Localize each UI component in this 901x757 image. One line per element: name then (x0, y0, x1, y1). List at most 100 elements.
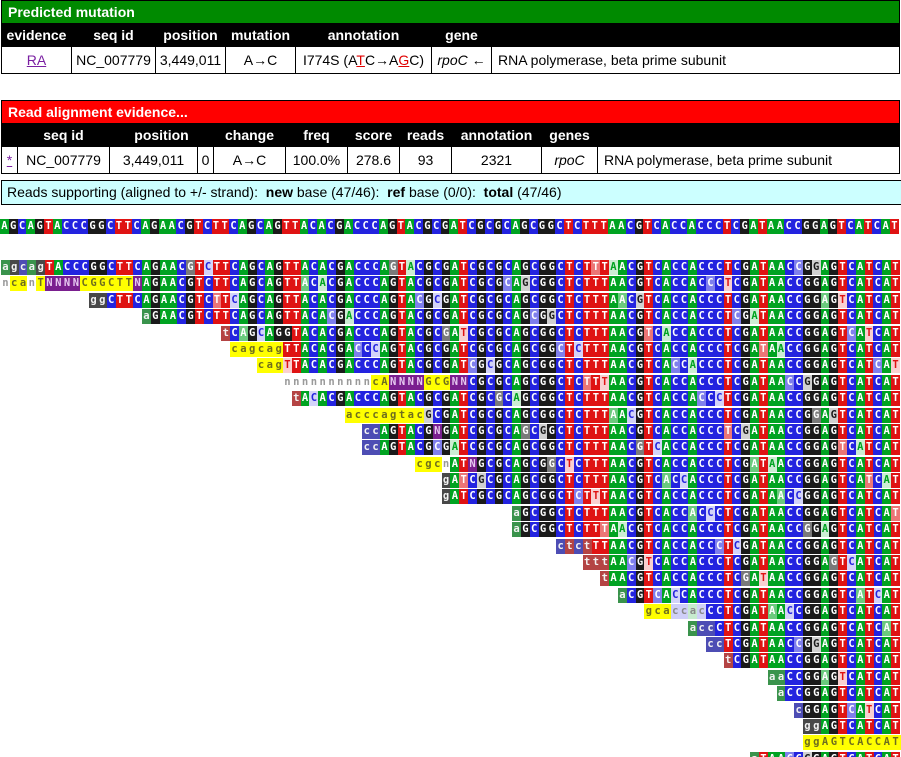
base-cell: C (309, 391, 318, 406)
base-cell: G (829, 703, 838, 718)
base-cell: T (283, 276, 292, 291)
base-cell: A (856, 276, 865, 291)
base-cell: A (142, 293, 151, 308)
base-cell: c (362, 424, 371, 439)
base-cell: C (653, 489, 662, 504)
base-cell: G (803, 473, 812, 488)
base-cell: c (715, 637, 724, 652)
base-cell: C (847, 539, 856, 554)
ra-evidence-link[interactable]: RA (27, 52, 46, 68)
base-cell: A (688, 326, 697, 341)
position-cell: 3,449,011 (156, 47, 226, 74)
base-cell: G (274, 326, 283, 341)
base-cell: A (882, 293, 891, 308)
base-cell: A (406, 358, 415, 373)
base-cell: C (327, 260, 336, 275)
base-cell: C (794, 440, 803, 455)
base-cell: T (838, 326, 847, 341)
base-cell: T (124, 293, 133, 308)
base-cell: A (820, 219, 829, 234)
base-cell: A (856, 309, 865, 324)
base-cell: C (486, 424, 495, 439)
base-cell: c (697, 604, 706, 619)
base-cell: A (406, 276, 415, 291)
base-cell: C (257, 309, 266, 324)
base-cell: A (345, 326, 354, 341)
base-cell: t (600, 555, 609, 570)
base-cell: A (380, 293, 389, 308)
base-cell: G (636, 260, 645, 275)
base-cell: C (467, 219, 476, 234)
base-cell: A (688, 473, 697, 488)
base-cell: T (565, 391, 574, 406)
base-cell: A (609, 326, 618, 341)
base-cell: C (874, 621, 883, 636)
base-cell: A (768, 473, 777, 488)
base-cell: C (680, 326, 689, 341)
base-cell: T (759, 358, 768, 373)
base-cell: A (618, 309, 627, 324)
base-cell: C (794, 309, 803, 324)
base-cell: G (495, 457, 504, 472)
base-cell: N (133, 276, 142, 291)
base-cell: G (521, 391, 530, 406)
base-cell: T (759, 637, 768, 652)
base-cell: T (221, 309, 230, 324)
base-cell: T (583, 358, 592, 373)
base-cell: T (891, 260, 900, 275)
base-cell: C (715, 539, 724, 554)
base-cell: A (856, 424, 865, 439)
base-cell: T (759, 293, 768, 308)
base-cell: T (865, 489, 874, 504)
base-cell: G (829, 522, 838, 537)
base-cell: A (821, 309, 830, 324)
col-header-change: change (214, 124, 286, 147)
base-cell: T (838, 637, 847, 652)
alignment-detail-link[interactable]: * (7, 152, 12, 168)
base-cell: C (715, 391, 724, 406)
base-cell: C (733, 539, 742, 554)
base-cell: g (274, 342, 283, 357)
base-cell: T (195, 260, 204, 275)
base-cell: T (724, 276, 733, 291)
base-cell: C (679, 219, 688, 234)
base-cell: A (856, 375, 865, 390)
base-cell: G (495, 276, 504, 291)
base-cell: C (415, 326, 424, 341)
base-cell: A (450, 473, 459, 488)
base-cell: C (503, 391, 512, 406)
base-cell: C (794, 276, 803, 291)
base-cell: T (600, 506, 609, 521)
base-cell: c (371, 408, 380, 423)
new-base-label: new (266, 184, 293, 200)
base-cell: T (759, 276, 768, 291)
base-cell: G (477, 375, 486, 390)
base-cell: T (759, 588, 768, 603)
annotation-cell: I774S (ATC→AGC) (296, 47, 432, 74)
gene-description2: RNA polymerase, beta prime subunit (598, 147, 900, 174)
base-cell: G (741, 293, 750, 308)
base-cell: G (424, 342, 433, 357)
base-cell: G (186, 293, 195, 308)
base-cell: N (406, 375, 415, 390)
base-cell: C (309, 260, 318, 275)
base-cell: A (750, 424, 759, 439)
base-cell: C (874, 604, 883, 619)
base-cell: A (345, 260, 354, 275)
base-cell: T (838, 309, 847, 324)
base-cell: T (759, 391, 768, 406)
base-cell: A (882, 588, 891, 603)
base-cell: G (741, 358, 750, 373)
read-row: tCGATAACCGGAGTCATCAT (724, 653, 901, 668)
base-cell: T (865, 408, 874, 423)
base-cell: A (777, 752, 786, 757)
base-cell: G (495, 391, 504, 406)
base-cell: A (882, 539, 891, 554)
base-cell: G (185, 219, 194, 234)
base-cell: A (768, 621, 777, 636)
base-cell: g (36, 260, 45, 275)
base-cell: C (680, 539, 689, 554)
base-cell: A (160, 293, 169, 308)
base-cell: C (785, 489, 794, 504)
base-cell: T (592, 506, 601, 521)
